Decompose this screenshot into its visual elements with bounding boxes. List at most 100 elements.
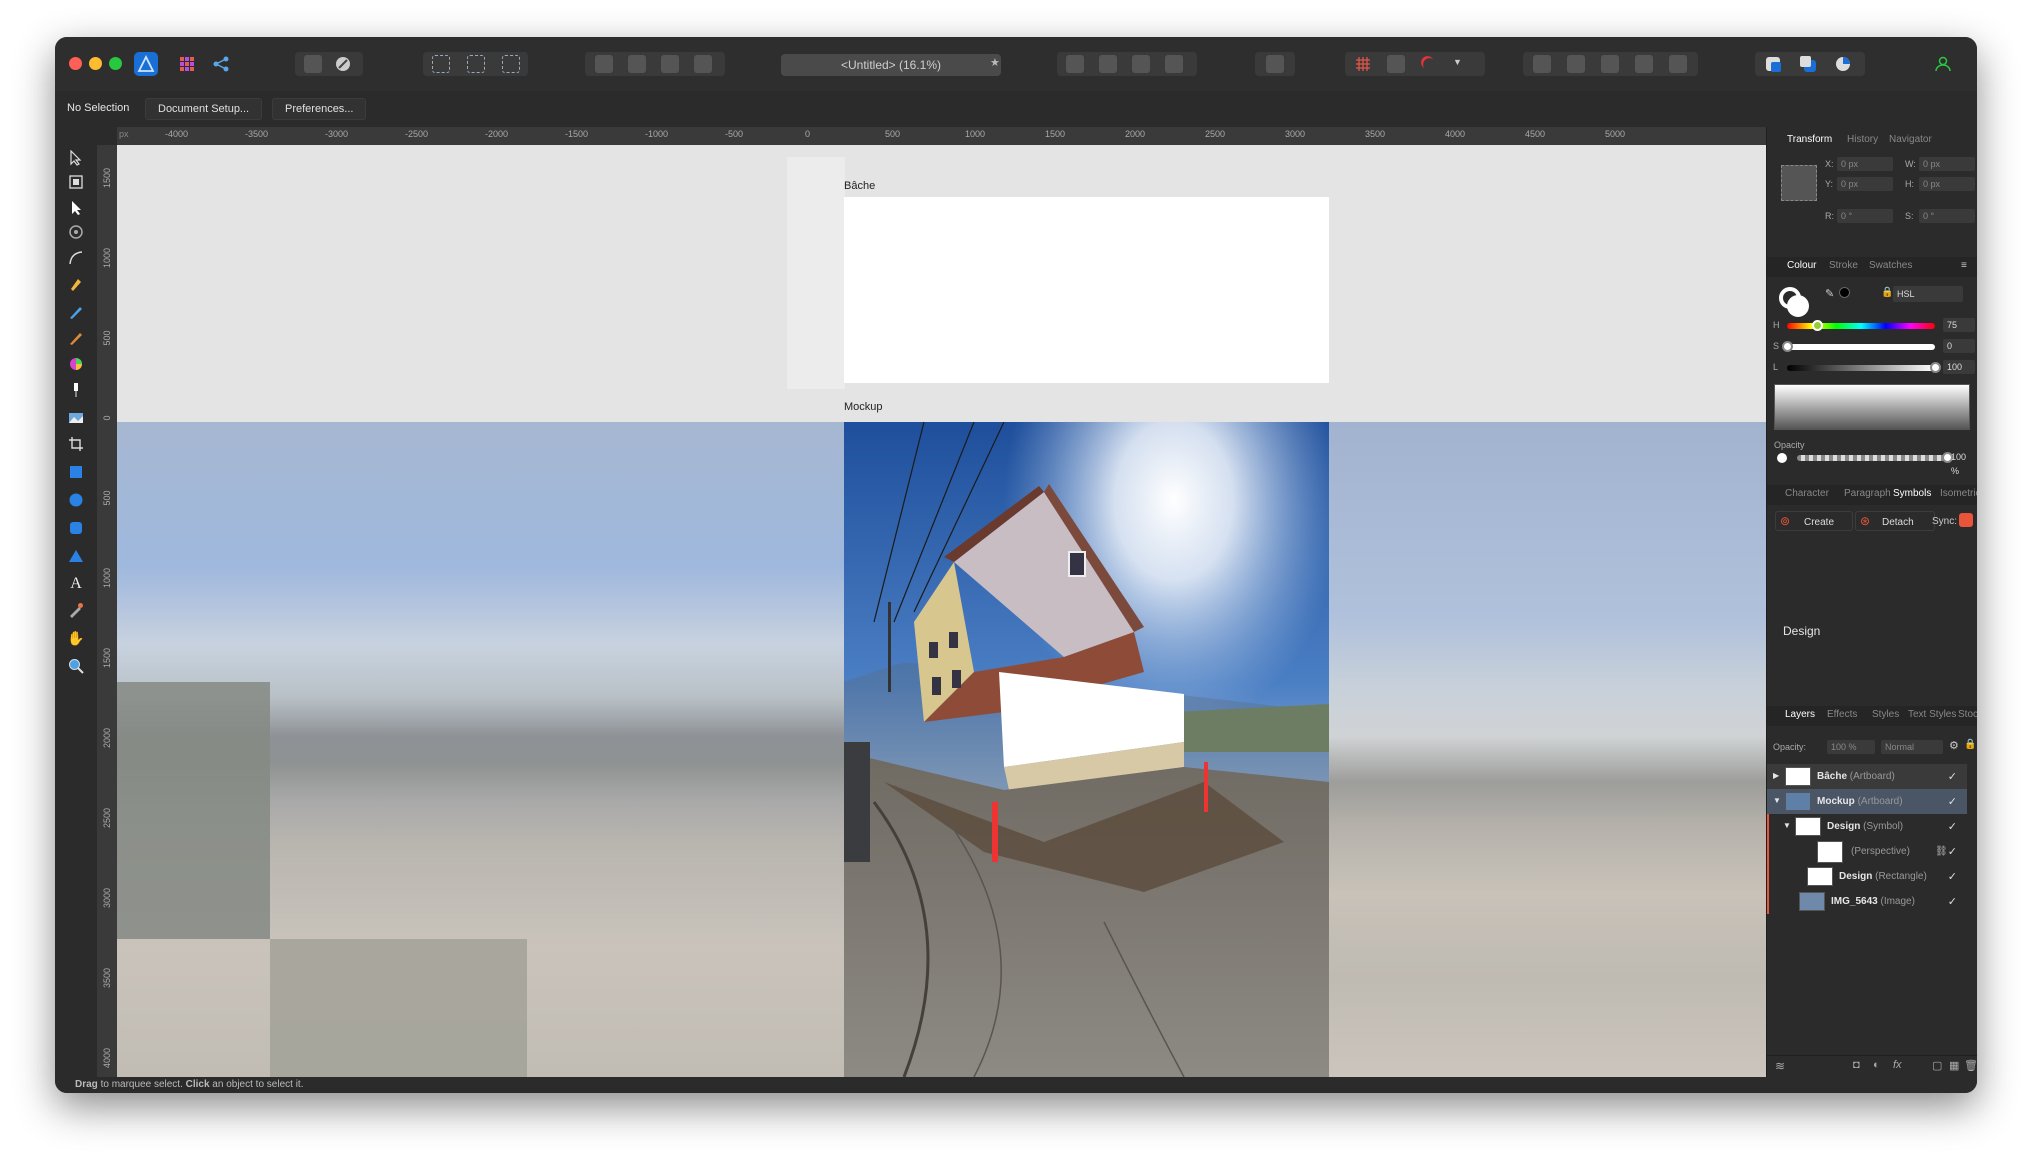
layer-row-design-rectangle[interactable]: Design (Rectangle) ✓ [1767, 864, 1967, 889]
designer-persona-icon[interactable] [134, 52, 158, 76]
tab-layers[interactable]: Layers [1785, 709, 1815, 720]
sync-toggle[interactable] [1959, 513, 1973, 527]
pixel-persona-icon[interactable] [178, 55, 196, 73]
tab-stock[interactable]: Stock [1958, 709, 1977, 720]
canvas[interactable]: Bâche Mockup [117, 145, 1766, 1077]
pen-tool-icon[interactable] [67, 275, 85, 293]
rectangle-tool-icon[interactable] [67, 463, 85, 481]
height-field[interactable]: 0 px [1919, 177, 1975, 191]
rotate-right-icon[interactable] [1165, 55, 1183, 73]
black-swatch[interactable] [1839, 287, 1850, 298]
add-icon[interactable] [1533, 55, 1551, 73]
move-to-back-icon[interactable] [595, 55, 613, 73]
color-picker-tool-icon[interactable] [67, 601, 85, 619]
move-to-front-icon[interactable] [694, 55, 712, 73]
adjustment-icon[interactable]: ◐ [1873, 1059, 1880, 1071]
tab-swatches[interactable]: Swatches [1869, 260, 1912, 271]
collapse-arrow-icon[interactable]: ▼ [1773, 796, 1781, 805]
text-tool-icon[interactable]: A [67, 575, 85, 593]
layer-lock-icon[interactable]: 🔒 [1964, 739, 1976, 750]
group-icon[interactable]: ▦ [1949, 1059, 1959, 1072]
create-symbol-button[interactable]: ⊚ Create [1775, 511, 1853, 531]
ellipse-tool-icon[interactable] [67, 491, 85, 509]
vector-brush-tool-icon[interactable] [67, 329, 85, 347]
saturation-slider-thumb[interactable] [1782, 341, 1793, 352]
intersect-icon[interactable] [1601, 55, 1619, 73]
lightness-slider[interactable] [1787, 365, 1935, 371]
rotation-field[interactable]: 0 ° [1837, 209, 1893, 223]
minimize-window-button[interactable] [89, 57, 102, 70]
visibility-check-icon[interactable]: ✓ [1948, 820, 1957, 833]
lightness-field[interactable]: 100 [1943, 360, 1975, 374]
grid-icon[interactable] [1354, 55, 1372, 73]
insert-inside-icon[interactable] [1764, 55, 1782, 73]
shear-field[interactable]: 0 ° [1919, 209, 1975, 223]
place-image-tool-icon[interactable] [67, 409, 85, 427]
hand-tool-icon[interactable]: ✋ [67, 629, 85, 647]
fill-swatch[interactable] [1787, 295, 1809, 317]
mockup-photo[interactable] [844, 422, 1329, 1077]
insert-top-icon[interactable] [1834, 55, 1852, 73]
tab-text-styles[interactable]: Text Styles [1908, 709, 1956, 720]
colour-spectrum[interactable] [1774, 384, 1970, 430]
move-forward-icon[interactable] [661, 55, 679, 73]
layer-settings-icon[interactable]: ⚙ [1949, 739, 1959, 752]
artboard-title-mockup[interactable]: Mockup [844, 401, 883, 413]
layer-opacity-field[interactable]: 100 % [1827, 740, 1875, 754]
trash-icon[interactable]: 🗑 [1964, 1059, 1977, 1072]
zoom-window-button[interactable] [109, 57, 122, 70]
saturation-slider[interactable] [1787, 344, 1935, 350]
export-persona-icon[interactable] [212, 55, 230, 73]
tab-navigator[interactable]: Navigator [1889, 134, 1932, 145]
collapse-arrow-icon[interactable]: ▼ [1783, 821, 1791, 830]
y-field[interactable]: 0 px [1837, 177, 1893, 191]
blend-mode-select[interactable]: Normal [1881, 740, 1943, 754]
tab-effects[interactable]: Effects [1827, 709, 1857, 720]
lightness-slider-thumb[interactable] [1930, 362, 1941, 373]
opacity-field[interactable]: 100 % [1951, 450, 1973, 476]
opacity-slider[interactable] [1797, 455, 1947, 461]
fx-icon[interactable]: fx [1893, 1059, 1902, 1071]
anchor-selector-icon[interactable] [1781, 165, 1817, 201]
alignment-icon[interactable] [1266, 55, 1284, 73]
x-field[interactable]: 0 px [1837, 157, 1893, 171]
artboard-bache[interactable] [844, 197, 1329, 383]
invert-selection-icon[interactable] [502, 55, 520, 73]
tab-stroke[interactable]: Stroke [1829, 260, 1858, 271]
hue-slider[interactable] [1787, 323, 1935, 329]
deselect-icon[interactable] [467, 55, 485, 73]
vertical-ruler[interactable]: 1500 1000 500 0 500 1000 1500 2000 2500 3000 3500 4… [97, 145, 117, 1077]
corner-tool-icon[interactable] [67, 223, 85, 241]
tab-isometric[interactable]: Isometric [1940, 488, 1977, 499]
tab-paragraph[interactable]: Paragraph [1844, 488, 1891, 499]
flip-vertical-icon[interactable] [1099, 55, 1117, 73]
artboard-title-bache[interactable]: Bâche [844, 180, 875, 192]
link-icon[interactable]: ⛓ [1935, 846, 1948, 857]
saturation-field[interactable]: 0 [1943, 339, 1975, 353]
transparency-tool-icon[interactable] [67, 381, 85, 399]
move-back-icon[interactable] [628, 55, 646, 73]
layer-row-design-symbol[interactable]: ▼ Design (Symbol) ✓ [1767, 814, 1967, 839]
flip-horizontal-icon[interactable] [1066, 55, 1084, 73]
detach-symbol-button[interactable]: ⊛ Detach [1855, 511, 1935, 531]
assistant-settings-icon[interactable] [334, 55, 352, 73]
visibility-check-icon[interactable]: ✓ [1948, 895, 1957, 908]
point-transform-tool-icon[interactable] [67, 249, 85, 267]
hue-field[interactable]: 75 [1943, 318, 1975, 332]
tab-history[interactable]: History [1847, 134, 1878, 145]
insert-behind-icon[interactable] [1799, 55, 1817, 73]
lock-icon[interactable]: 🔒 [1881, 287, 1893, 298]
tab-styles[interactable]: Styles [1872, 709, 1899, 720]
crop-tool-icon[interactable] [67, 435, 85, 453]
symbol-item-design[interactable]: Design [1783, 624, 1820, 638]
close-window-button[interactable] [69, 57, 82, 70]
width-field[interactable]: 0 px [1919, 157, 1975, 171]
layer-row-mockup[interactable]: ▼ Mockup (Artboard) ✓ [1767, 789, 1967, 814]
select-all-icon[interactable] [432, 55, 450, 73]
expand-arrow-icon[interactable]: ▶ [1773, 771, 1779, 780]
colour-model-select[interactable]: HSL [1893, 286, 1963, 302]
account-icon[interactable] [1934, 55, 1952, 73]
visibility-check-icon[interactable]: ✓ [1948, 770, 1957, 783]
snapping-magnet-icon[interactable] [1420, 55, 1438, 73]
guides-icon[interactable] [1387, 55, 1405, 73]
